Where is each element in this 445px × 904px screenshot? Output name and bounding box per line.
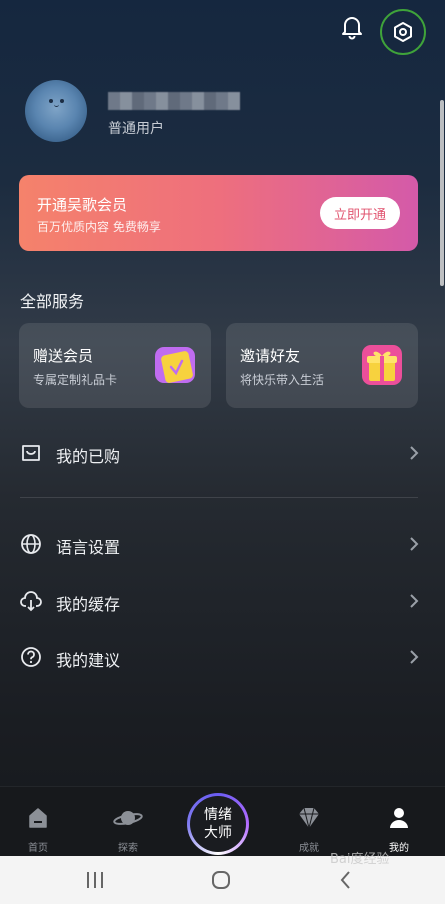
menu-label-language: 语言设置 [56,538,121,557]
tab-explore-label: 探索 [118,843,138,854]
gift-membership-subtitle: 专属定制礼品卡 [33,373,118,387]
emotion-master-button[interactable]: 情绪 大师 [187,793,249,855]
username-blurred [108,92,240,110]
watermark: Bai度经验 [330,852,390,867]
menu-item-cache[interactable]: 我的缓存 [0,581,445,621]
menu-label-cache: 我的缓存 [56,595,121,614]
tab-explore[interactable]: 探索 [93,787,163,857]
home-circle-icon[interactable] [209,868,233,892]
user-tier-label: 普通用户 [108,121,164,137]
globe-icon [20,533,42,555]
avatar[interactable] [25,80,87,142]
gift-card-icon [153,343,197,387]
diamond-icon [297,807,321,833]
menu-item-purchased[interactable]: 我的已购 [0,433,445,473]
gift-box-icon [360,343,404,387]
chevron-right-icon [409,445,419,461]
chevron-right-icon [409,536,419,552]
tab-mine[interactable]: 我的 [364,787,434,857]
scrollbar[interactable] [440,100,444,286]
home-icon [28,807,48,833]
services-section-title: 全部服务 [20,292,85,311]
gift-membership-card[interactable]: 赠送会员 专属定制礼品卡 [19,323,211,408]
settings-hexagon-icon [394,22,412,42]
invite-friends-subtitle: 将快乐带入生活 [240,373,325,387]
cloud-download-icon [20,590,42,612]
tab-home-label: 首页 [28,843,48,854]
back-arrow-icon[interactable] [338,868,354,892]
recent-apps-icon[interactable] [84,868,106,892]
chevron-right-icon [409,593,419,609]
emotion-master-label-line1: 情绪 [204,807,232,823]
divider [20,497,418,498]
emotion-master-label-line2: 大师 [204,825,232,841]
question-circle-icon [20,646,42,668]
notification-bell-icon[interactable] [340,14,364,40]
menu-item-language[interactable]: 语言设置 [0,524,445,564]
menu-label-feedback: 我的建议 [56,651,121,670]
chevron-right-icon [409,649,419,665]
planet-icon [113,807,143,833]
vip-membership-banner[interactable]: 开通吴歌会员 百万优质内容 免费畅享 立即开通 [19,175,418,251]
menu-label-purchased: 我的已购 [56,447,121,466]
settings-button[interactable] [380,9,426,55]
vip-banner-title: 开通吴歌会员 [37,196,128,214]
tab-home[interactable]: 首页 [3,787,73,857]
menu-item-feedback[interactable]: 我的建议 [0,637,445,677]
user-icon [389,807,409,833]
invite-friends-title: 邀请好友 [240,347,301,365]
open-vip-button[interactable]: 立即开通 [320,197,400,229]
tab-achievement[interactable]: 成就 [274,787,344,857]
gift-membership-title: 赠送会员 [33,347,94,365]
shopping-bag-icon [20,442,42,464]
vip-banner-subtitle: 百万优质内容 免费畅享 [37,220,161,234]
profile-screen: 普通用户 开通吴歌会员 百万优质内容 免费畅享 立即开通 全部服务 赠送会员 专… [0,0,445,904]
invite-friends-card[interactable]: 邀请好友 将快乐带入生活 [226,323,418,408]
